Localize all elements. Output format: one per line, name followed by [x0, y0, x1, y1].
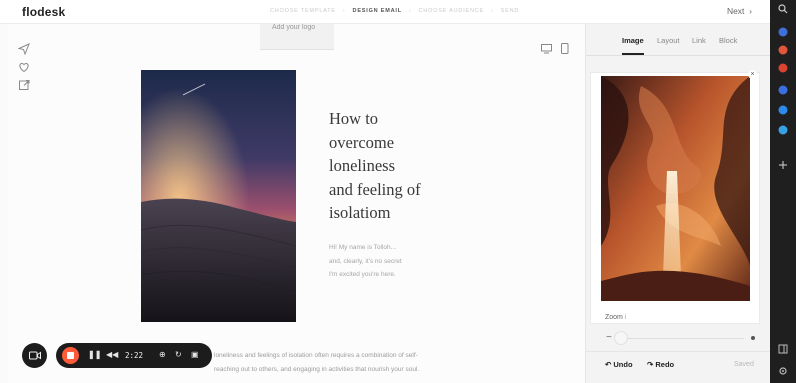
- logo-placeholder-label: Add your logo: [272, 24, 316, 31]
- extension-icon[interactable]: [778, 63, 788, 73]
- step-choose-template[interactable]: CHOOSE TEMPLATE: [270, 8, 336, 14]
- zoom-label-text: Zoom: [605, 314, 623, 321]
- stop-icon: [67, 352, 74, 359]
- target-icon[interactable]: ⊕: [159, 350, 166, 360]
- image-settings-panel: Image Layout Link Block × Zoom i − ↶ Und…: [585, 24, 770, 383]
- close-icon: ×: [750, 71, 755, 78]
- email-title[interactable]: How to overcome loneliness and feeling o…: [329, 107, 421, 225]
- camera-icon: [29, 351, 41, 360]
- body-line: reaching out to others, and engaging in …: [214, 366, 420, 373]
- settings-icon[interactable]: [778, 366, 788, 376]
- sidebar-icon[interactable]: [778, 344, 788, 354]
- zoom-label: Zoom i: [605, 314, 626, 321]
- browser-sidebar: [770, 0, 796, 383]
- external-link-icon[interactable]: [18, 78, 32, 92]
- undo-button[interactable]: ↶ Undo: [605, 360, 633, 369]
- recording-controls: ❚❚ ◀◀ 2:22 ⊕ ↻ ▣: [56, 343, 212, 368]
- saved-status: Saved: [734, 361, 754, 368]
- extension-icon[interactable]: [778, 27, 788, 37]
- trash-icon[interactable]: ▣: [191, 350, 199, 360]
- next-label: Next: [726, 6, 745, 16]
- tab-image[interactable]: Image: [622, 36, 644, 45]
- step-breadcrumb: CHOOSE TEMPLATE › DESIGN EMAIL › CHOOSE …: [270, 8, 519, 14]
- divider: [586, 55, 770, 56]
- tab-block[interactable]: Block: [719, 36, 737, 45]
- heart-icon[interactable]: [18, 60, 32, 74]
- canyon-image: [601, 76, 750, 301]
- intro-line: Hi! My name is Tolloh...: [329, 244, 397, 251]
- divider: [586, 351, 770, 352]
- flodesk-editor: Add your logo How to overcome loneliness…: [0, 0, 770, 383]
- rewind-icon[interactable]: ◀◀: [106, 350, 118, 360]
- next-button[interactable]: Next ›: [727, 6, 752, 16]
- top-bar: flodesk CHOOSE TEMPLATE › DESIGN EMAIL ›…: [0, 0, 770, 24]
- mobile-icon[interactable]: [561, 41, 569, 59]
- step-send[interactable]: SEND: [501, 8, 519, 14]
- hero-image[interactable]: [141, 70, 296, 322]
- camera-button[interactable]: [22, 343, 47, 368]
- email-intro[interactable]: Hi! My name is Tolloh... and, clearly, i…: [329, 241, 402, 282]
- recording-timer: 2:22: [125, 351, 144, 360]
- undo-label: Undo: [613, 360, 633, 369]
- restart-icon[interactable]: ↻: [175, 350, 182, 360]
- panel-tabs: Image Layout Link Block: [586, 34, 770, 56]
- chevron-right-icon: ›: [342, 8, 346, 14]
- title-line: How to: [329, 109, 379, 128]
- tab-layout[interactable]: Layout: [657, 36, 680, 45]
- image-preview[interactable]: [601, 76, 750, 301]
- stop-button[interactable]: [62, 347, 79, 364]
- intro-line: I'm excited you're here.: [329, 271, 396, 278]
- extension-icon[interactable]: [778, 85, 788, 95]
- send-icon[interactable]: [17, 42, 32, 56]
- pause-icon[interactable]: ❚❚: [88, 350, 101, 360]
- email-canvas: [8, 24, 585, 383]
- info-icon: i: [624, 314, 627, 321]
- slider-knob[interactable]: [614, 331, 628, 345]
- plus-icon[interactable]: [751, 336, 755, 340]
- step-design-email[interactable]: DESIGN EMAIL: [353, 8, 402, 14]
- extension-icon[interactable]: [778, 45, 788, 55]
- remove-image-button[interactable]: ×: [748, 70, 757, 79]
- tab-link[interactable]: Link: [692, 36, 706, 45]
- slider-track[interactable]: [616, 338, 744, 339]
- chevron-right-icon: ›: [746, 6, 752, 16]
- chevron-right-icon: ›: [491, 8, 494, 14]
- search-icon[interactable]: [778, 4, 788, 14]
- title-line: and feeling of: [329, 179, 421, 199]
- extension-icon[interactable]: [778, 105, 788, 115]
- body-line: loneliness and feelings of isolation oft…: [214, 352, 418, 359]
- desktop-icon[interactable]: [541, 41, 552, 59]
- step-choose-audience[interactable]: CHOOSE AUDIENCE: [419, 8, 484, 14]
- redo-button[interactable]: ↷ Redo: [647, 360, 674, 369]
- minus-icon[interactable]: −: [606, 332, 612, 344]
- chevron-right-icon: ›: [408, 8, 412, 14]
- title-line: isolatiom: [329, 203, 391, 222]
- extension-icon[interactable]: [778, 125, 788, 135]
- intro-line: and, clearly, it's no secret: [329, 257, 402, 265]
- logo-placeholder[interactable]: Add your logo: [260, 24, 334, 50]
- email-body-text[interactable]: loneliness and feelings of isolation oft…: [214, 349, 574, 377]
- title-line: loneliness: [329, 156, 395, 175]
- redo-label: Redo: [655, 360, 675, 369]
- desert-night-image: [141, 70, 296, 322]
- title-line: overcome: [329, 132, 395, 152]
- brand-logo[interactable]: flodesk: [22, 5, 65, 19]
- zoom-slider[interactable]: −: [606, 331, 755, 346]
- add-icon[interactable]: [778, 160, 788, 170]
